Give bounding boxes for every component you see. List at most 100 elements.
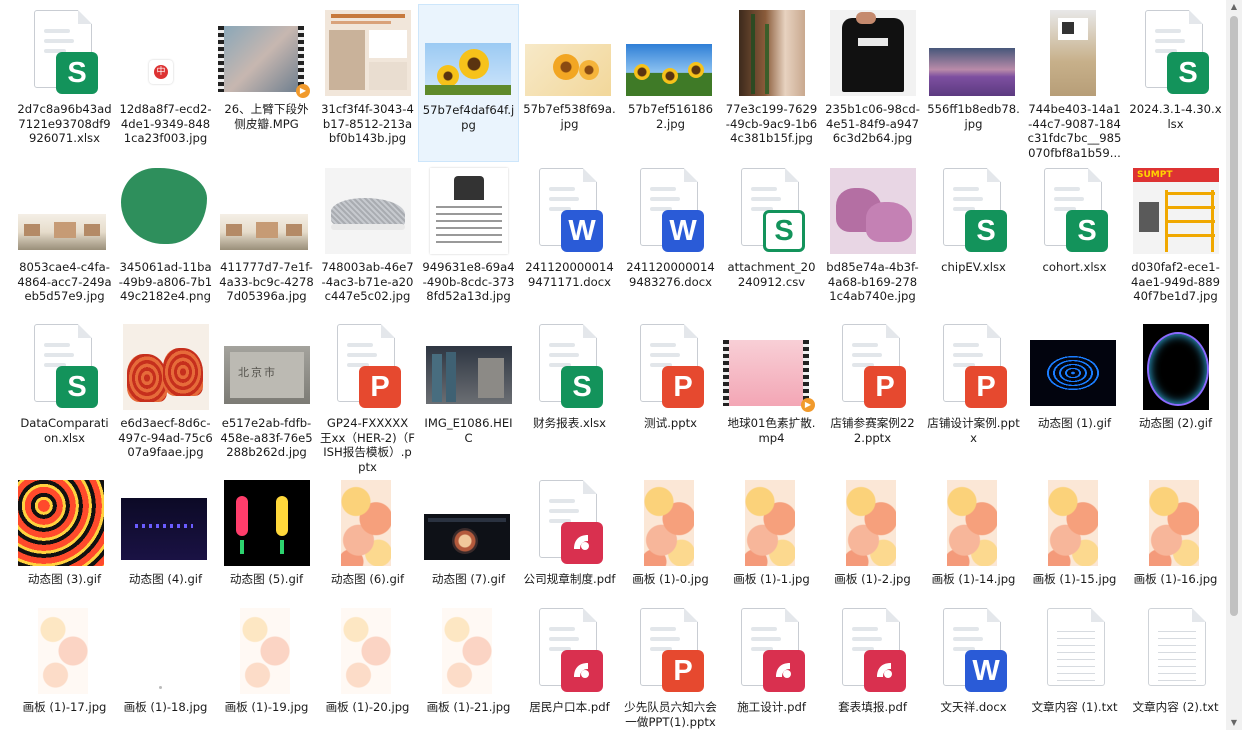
file-item[interactable]: 235b1c06-98cd-4e51-84f9-a9476c3d2b64.jpg: [822, 4, 923, 162]
file-item[interactable]: 画板 (1)-14.jpg: [923, 474, 1024, 602]
file-thumbnail: SUMPT: [1125, 162, 1226, 264]
file-name: d030faf2-ece1-4ae1-949d-88940f7be1d7.jpg: [1131, 260, 1220, 304]
file-name: 748003ab-46e7-4ac3-b71e-a20c447e5c02.jpg: [321, 260, 414, 304]
file-item[interactable]: W 2411200000149483276.docx: [620, 162, 721, 318]
file-thumbnail: [721, 602, 822, 704]
scroll-down-arrow-icon[interactable]: ▼: [1226, 716, 1242, 730]
file-item[interactable]: 画板 (1)-1.jpg: [721, 474, 822, 602]
file-thumbnail: [822, 162, 923, 264]
file-thumbnail: [620, 4, 721, 106]
file-item[interactable]: 画板 (1)-21.jpg: [418, 602, 519, 730]
xlsx-file-icon: S: [34, 324, 98, 408]
file-item[interactable]: 文章内容 (1).txt: [1024, 602, 1125, 730]
file-item[interactable]: 动态图 (6).gif: [317, 474, 418, 602]
file-item[interactable]: S 2024.3.1-4.30.xlsx: [1125, 4, 1226, 162]
file-thumbnail: [14, 162, 115, 264]
pptx-file-icon: P: [943, 324, 1007, 408]
file-item[interactable]: 居民户口本.pdf: [519, 602, 620, 730]
file-item[interactable]: 345061ad-11ba-49b9-a806-7b149c2182e4.png: [115, 162, 216, 318]
file-item[interactable]: P 测试.pptx: [620, 318, 721, 474]
scroll-up-arrow-icon[interactable]: ▲: [1226, 0, 1242, 14]
file-item[interactable]: 744be403-14a1-44c7-9087-184c31fdc7bc__98…: [1024, 4, 1125, 162]
file-row: 8053cae4-c4fa-4864-acc7-249aeb5d57e9.jpg…: [14, 162, 1226, 318]
file-thumbnail: [216, 474, 317, 576]
image-thumbnail: [115, 602, 216, 704]
file-thumbnail: [418, 602, 519, 704]
play-icon: ▶: [296, 84, 310, 98]
file-item[interactable]: 57b7ef538f69a.jpg: [519, 4, 620, 162]
file-name: 31cf3f4f-3043-4b17-8512-213abf0b143b.jpg: [321, 102, 414, 146]
file-thumbnail: [419, 5, 520, 107]
file-thumbnail: [418, 474, 519, 576]
file-item[interactable]: 中 12d8a8f7-ecd2-4de1-9349-8481ca23f003.jp…: [115, 4, 216, 162]
file-item[interactable]: 411777d7-7e1f-4a33-bc9c-42787d05396a.jpg: [216, 162, 317, 318]
file-item[interactable]: 动态图 (4).gif: [115, 474, 216, 602]
image-thumbnail: [721, 4, 822, 106]
file-thumbnail: [721, 474, 822, 576]
file-name: 556ff1b8edb78.jpg: [927, 102, 1020, 131]
image-thumbnail: [216, 162, 317, 264]
file-item[interactable]: S DataComparation.xlsx: [14, 318, 115, 474]
file-item[interactable]: W 文天祥.docx: [923, 602, 1024, 730]
file-item[interactable]: 画板 (1)-19.jpg: [216, 602, 317, 730]
file-item[interactable]: S 2d7c8a96b43ad7121e93708df9926071.xlsx: [14, 4, 115, 162]
file-item[interactable]: 动态图 (5).gif: [216, 474, 317, 602]
file-item[interactable]: 画板 (1)-15.jpg: [1024, 474, 1125, 602]
file-item[interactable]: 公司规章制度.pdf: [519, 474, 620, 602]
file-item[interactable]: 画板 (1)-2.jpg: [822, 474, 923, 602]
file-thumbnail: [1024, 602, 1125, 704]
file-item[interactable]: 动态图 (1).gif: [1024, 318, 1125, 474]
image-thumbnail: [620, 4, 721, 106]
file-item[interactable]: 31cf3f4f-3043-4b17-8512-213abf0b143b.jpg: [317, 4, 418, 162]
file-item[interactable]: 8053cae4-c4fa-4864-acc7-249aeb5d57e9.jpg: [14, 162, 115, 318]
file-item[interactable]: 画板 (1)-16.jpg: [1125, 474, 1226, 602]
file-item[interactable]: P GP24-FXXXXX 王xx（HER-2)（FISH报告模板）.pptx: [317, 318, 418, 474]
file-item[interactable]: 北京市 e517e2ab-fdfb-458e-a83f-76e5288b262d.…: [216, 318, 317, 474]
file-item[interactable]: 动态图 (3).gif: [14, 474, 115, 602]
file-item[interactable]: 57b7ef5161862.jpg: [620, 4, 721, 162]
file-item[interactable]: ▶ 26、上臂下段外侧皮瓣.MPG: [216, 4, 317, 162]
file-item[interactable]: 画板 (1)-17.jpg: [14, 602, 115, 730]
file-item[interactable]: e6d3aecf-8d6c-497c-94ad-75c607a9faae.jpg: [115, 318, 216, 474]
file-name: IMG_E1086.HEIC: [424, 416, 513, 445]
image-thumbnail: [419, 5, 520, 107]
file-item[interactable]: 画板 (1)-18.jpg: [115, 602, 216, 730]
file-item[interactable]: Sattachment_20240912.csv: [721, 162, 822, 318]
file-item[interactable]: 文章内容 (2).txt: [1125, 602, 1226, 730]
file-item[interactable]: 949631e8-69a4-490b-8cdc-3738fd52a13d.jpg: [418, 162, 519, 318]
file-item[interactable]: SUMPT d030faf2-ece1-4ae1-949d-88940f7be1d…: [1125, 162, 1226, 318]
file-item[interactable]: 画板 (1)-20.jpg: [317, 602, 418, 730]
file-thumbnail: ▶: [216, 4, 317, 106]
file-item[interactable]: Scohort.xlsx: [1024, 162, 1125, 318]
file-item[interactable]: S 财务报表.xlsx: [519, 318, 620, 474]
file-item[interactable]: 施工设计.pdf: [721, 602, 822, 730]
file-item[interactable]: ▶ 地球01色素扩散.mp4: [721, 318, 822, 474]
file-item[interactable]: 748003ab-46e7-4ac3-b71e-a20c447e5c02.jpg: [317, 162, 418, 318]
xlsx-file-icon: S: [34, 10, 98, 94]
file-item[interactable]: 57b7ef4daf64f.jpg: [418, 4, 519, 162]
file-thumbnail: S: [14, 4, 115, 106]
file-item[interactable]: 77e3c199-7629-49cb-9ac9-1b64c381b15f.jpg: [721, 4, 822, 162]
file-thumbnail: [1125, 318, 1226, 420]
file-item[interactable]: 动态图 (7).gif: [418, 474, 519, 602]
file-item[interactable]: P 少先队员六知六会一做PPT(1).pptx: [620, 602, 721, 730]
scrollbar-thumb[interactable]: [1230, 16, 1238, 616]
image-thumbnail: [519, 4, 620, 106]
file-item[interactable]: SchipEV.xlsx: [923, 162, 1024, 318]
file-item[interactable]: 画板 (1)-0.jpg: [620, 474, 721, 602]
file-thumbnail: S: [923, 162, 1024, 264]
file-item[interactable]: 套表填报.pdf: [822, 602, 923, 730]
file-item[interactable]: W 2411200000149471171.docx: [519, 162, 620, 318]
vertical-scrollbar[interactable]: ▲ ▼: [1226, 0, 1242, 730]
file-item[interactable]: 556ff1b8edb78.jpg: [923, 4, 1024, 162]
file-item[interactable]: bd85e74a-4b3f-4a68-b169-2781c4ab740e.jpg: [822, 162, 923, 318]
file-item[interactable]: P 店铺设计案例.pptx: [923, 318, 1024, 474]
file-name: 57b7ef538f69a.jpg: [523, 102, 616, 131]
file-grid: S 2d7c8a96b43ad7121e93708df9926071.xlsx 中 1…: [14, 4, 1226, 730]
image-thumbnail: [1024, 474, 1125, 576]
image-thumbnail: [923, 474, 1024, 576]
file-thumbnail: [519, 602, 620, 704]
file-item[interactable]: IMG_E1086.HEIC: [418, 318, 519, 474]
file-item[interactable]: 动态图 (2).gif: [1125, 318, 1226, 474]
file-item[interactable]: P 店铺参赛案例222.pptx: [822, 318, 923, 474]
